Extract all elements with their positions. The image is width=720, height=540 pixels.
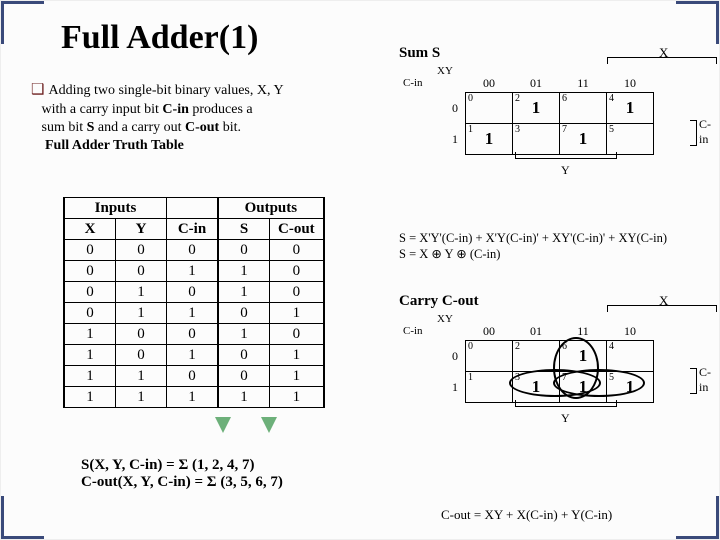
truth-cell: 0 [64,240,116,261]
truth-col-y: Y [116,219,167,240]
truth-table: Inputs Outputs X Y C-in S C-out 00000001… [63,197,325,408]
kmap-s-col-11: 11 [560,75,607,93]
kmap-cell: 41 [607,93,654,124]
truth-hdr-inputs: Inputs [64,198,167,219]
truth-cell: 0 [64,261,116,282]
truth-cell: 1 [116,282,167,303]
truth-col-cout: C-out [270,219,324,240]
truth-cell: 1 [64,345,116,366]
kmap-cell: 0 [466,93,513,124]
kmap-cell: 4 [607,341,654,372]
kmap-c-cin-side: C-in [699,365,711,395]
kmap-cell: 2 [513,341,560,372]
kmap-rowhdr: 0 [445,93,466,124]
truth-col-x: X [64,219,116,240]
truth-cell: 1 [64,387,116,408]
truth-cell: 0 [116,345,167,366]
kmap-cell: 0 [466,341,513,372]
arrow-down-icon [215,417,231,433]
arrow-down-icon [261,417,277,433]
kmap-cell: 5 [607,124,654,155]
kmap-s-col-01: 01 [513,75,560,93]
kmap-cell: 21 [513,93,560,124]
truth-cell: 0 [116,240,167,261]
kmap-sum-y-label: Y [561,163,570,178]
truth-cell: 1 [167,303,219,324]
kmap-s-col-10: 10 [607,75,654,93]
corner-br [676,496,719,539]
corner-bl [1,496,44,539]
truth-hdr-outputs: Outputs [218,198,324,219]
sum-of-minterms: S(X, Y, C-in) = Σ (1, 2, 4, 7) C-out(X, … [81,457,283,491]
kmap-cell: 3 [513,124,560,155]
kmap-sum-title: Sum S [399,45,440,62]
truth-cell: 0 [270,282,324,303]
truth-cell: 0 [167,324,219,345]
truth-cell: 1 [64,324,116,345]
truth-cell: 1 [167,261,219,282]
kmap-sum-cin-side: C-in [699,117,711,147]
kmap-rowhdr: 0 [445,341,466,372]
truth-cell: 0 [116,261,167,282]
kmap-cell: 11 [466,124,513,155]
kmap-cell: 61 [560,341,607,372]
truth-cell: 1 [218,387,270,408]
kmap-s-col-00: 00 [466,75,513,93]
truth-cell: 0 [218,303,270,324]
kmap-c-col-00: 00 [466,323,513,341]
truth-cell: 0 [64,303,116,324]
kmap-cell: 1 [466,372,513,403]
truth-cell: 1 [270,303,324,324]
truth-cell: 1 [116,387,167,408]
truth-cell: 1 [218,324,270,345]
truth-cell: 1 [167,387,219,408]
kmap-c-y-label: Y [561,411,570,426]
kmap-cell: 51 [607,372,654,403]
truth-cell: 1 [167,345,219,366]
truth-cell: 0 [167,282,219,303]
truth-cell: 0 [270,261,324,282]
truth-cell: 1 [218,261,270,282]
carry-equation: C-out = XY + X(C-in) + Y(C-in) [441,507,612,523]
truth-col-s: S [218,219,270,240]
kmap-c-col-10: 10 [607,323,654,341]
truth-cell: 1 [270,366,324,387]
sum-equation: S = X'Y'(C-in) + X'Y(C-in)' + XY'(C-in)'… [399,231,667,262]
corner-tr [676,1,719,44]
corner-tl [1,1,44,44]
truth-cell: 1 [218,282,270,303]
truth-col-cin: C-in [167,219,219,240]
truth-cell: 1 [116,366,167,387]
truth-cell: 0 [218,240,270,261]
kmap-rowhdr: 1 [445,372,466,403]
truth-cell: 0 [218,366,270,387]
truth-cell: 0 [270,240,324,261]
truth-cell: 1 [116,303,167,324]
truth-cell: 0 [270,324,324,345]
truth-cell: 0 [64,282,116,303]
kmap-c-cin: C-in [403,325,423,337]
kmap-sum-cin: C-in [403,77,423,89]
kmap-cell: 71 [560,124,607,155]
kmap-rowhdr: 1 [445,124,466,155]
kmap-carry-title: Carry C-out [399,293,479,310]
truth-cell: 0 [218,345,270,366]
kmap-c-col-01: 01 [513,323,560,341]
kmap-cell: 6 [560,93,607,124]
truth-cell: 0 [167,366,219,387]
description: ❑Adding two single-bit binary values, X,… [31,81,381,155]
kmap-cell: 71 [560,372,607,403]
truth-cell: 1 [270,345,324,366]
page-title: Full Adder(1) [61,19,258,57]
truth-cell: 1 [270,387,324,408]
kmap-cell: 31 [513,372,560,403]
truth-cell: 1 [64,366,116,387]
truth-cell: 0 [116,324,167,345]
truth-cell: 0 [167,240,219,261]
kmap-c-col-11: 11 [560,323,607,341]
